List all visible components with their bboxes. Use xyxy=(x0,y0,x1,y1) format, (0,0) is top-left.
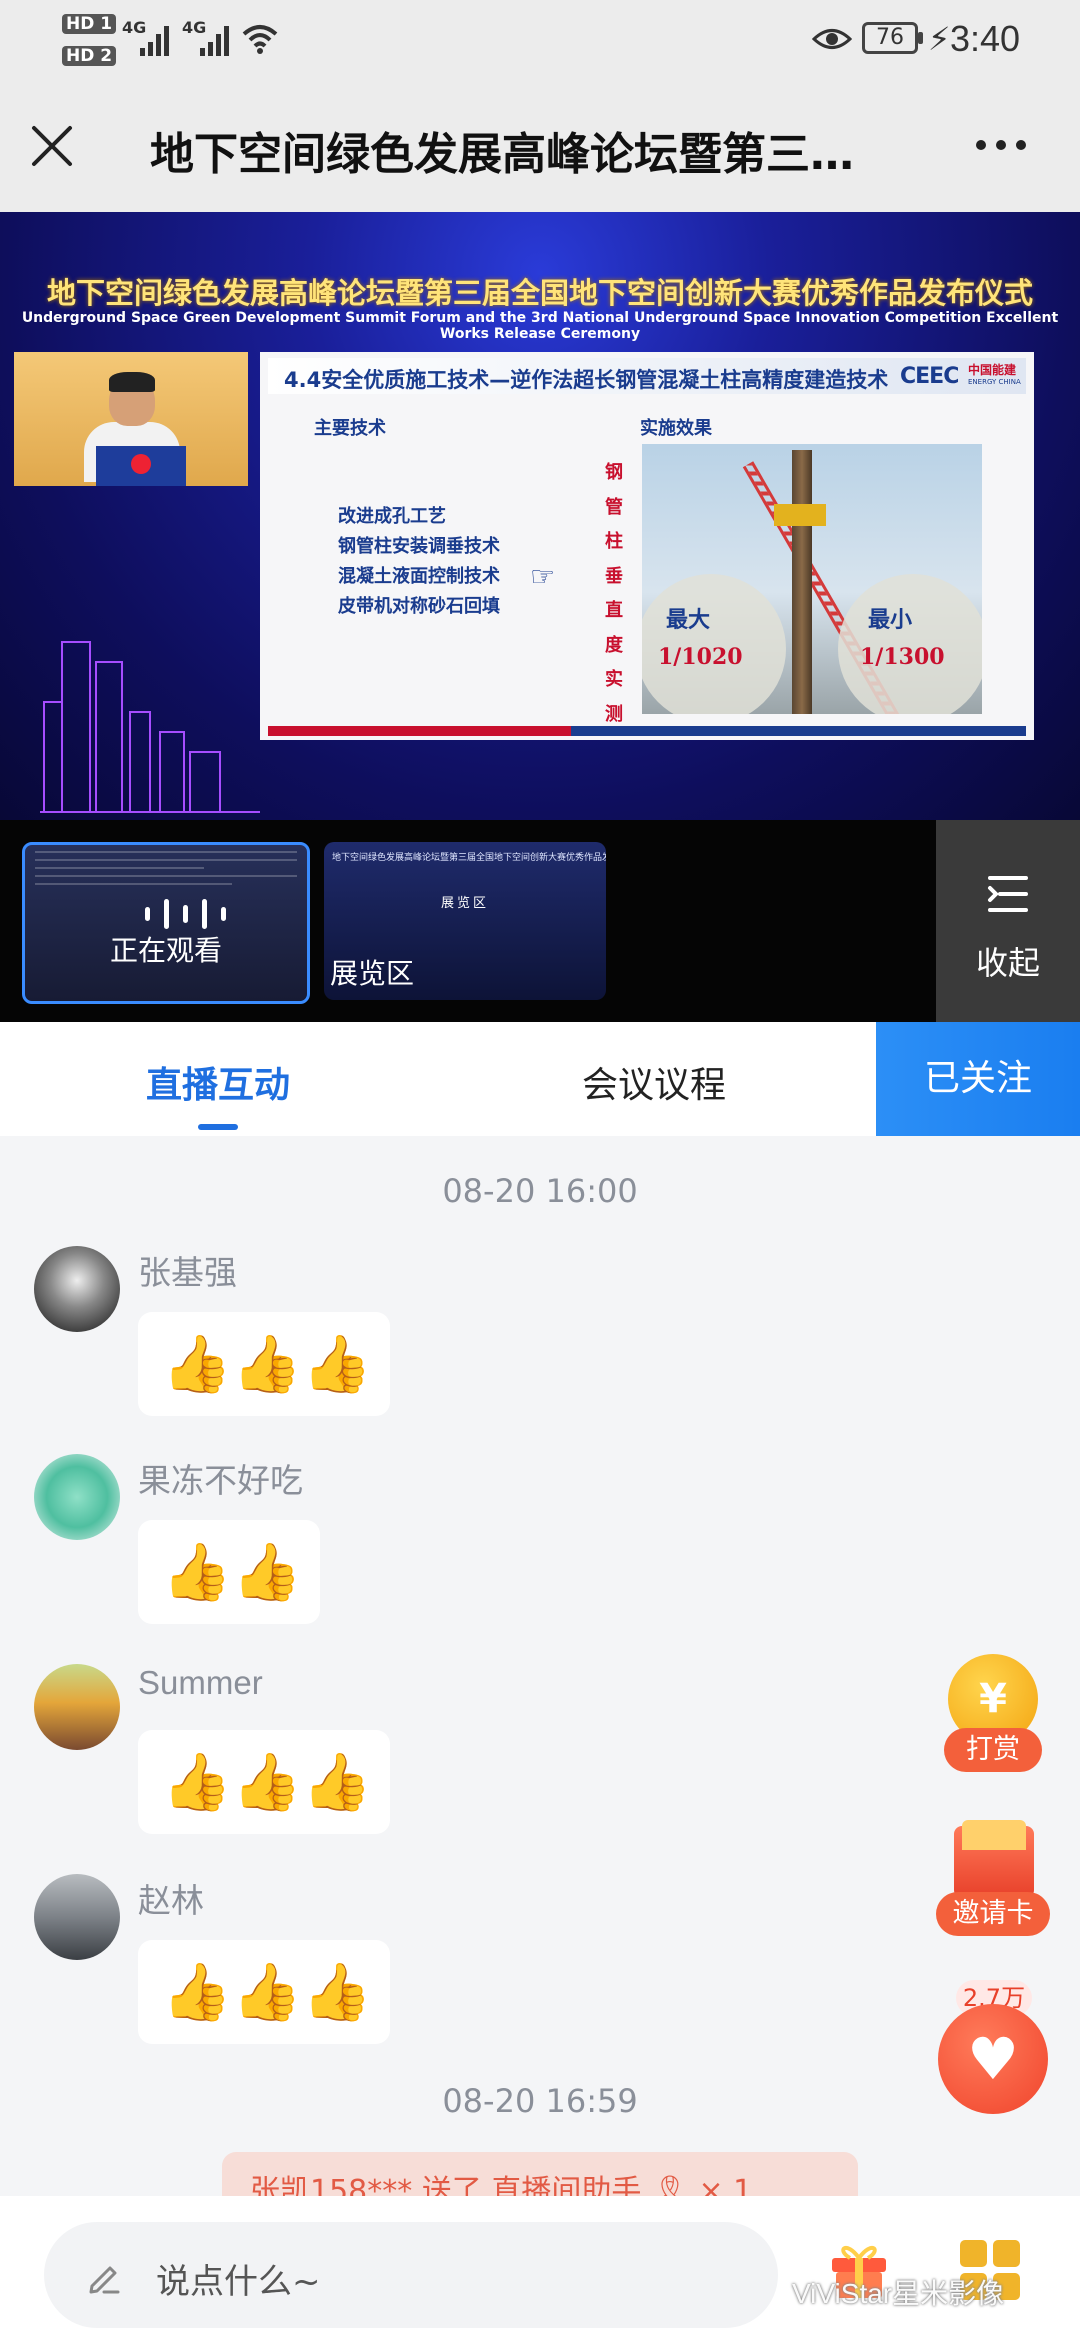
chat-list[interactable]: 08-20 16:00 张基强 👍 👍 👍 果冻不好吃 👍 👍 Summer 👍 👍 👍 … xyxy=(0,1136,1080,2196)
chat-message-bubble: 👍 👍 👍 xyxy=(138,1730,390,1834)
energy-china-logo-cn: 中国能建 xyxy=(968,363,1017,377)
slide-item: 钢管柱安装调垂技术 xyxy=(338,536,500,557)
chat-message-bubble: 👍 👍 xyxy=(138,1520,320,1624)
chat-username: 果冻不好吃 xyxy=(138,1461,303,1500)
clock: 3:40 xyxy=(950,18,1021,59)
video-banner-en: Underground Space Green Development Summ… xyxy=(21,310,1059,342)
source-switcher: 正在观看 地下空间绿色发展高峰论坛暨第三届全国地下空间创新大赛优秀作品发布仪式 … xyxy=(0,820,1080,1022)
avatar[interactable] xyxy=(34,1664,120,1750)
slide-vertical-text: 钢管柱垂直度实测 xyxy=(605,462,623,725)
pointing-hand-icon: ☞ xyxy=(530,560,556,593)
thumbs-up-icon: 👍 xyxy=(302,1960,372,2025)
slide-item: 混凝土液面控制技术 xyxy=(338,566,500,587)
city-skyline-graphic xyxy=(40,641,260,813)
thumbs-up-icon: 👍 xyxy=(232,1332,302,1397)
slide-item: 改进成孔工艺 xyxy=(338,506,446,527)
avatar[interactable] xyxy=(34,1874,120,1960)
collapse-button[interactable]: 收起 xyxy=(936,820,1080,1022)
tab-agenda[interactable]: 会议议程 xyxy=(582,1056,726,1108)
live-video-player[interactable]: 地下空间绿色发展高峰论坛暨第三届全国地下空间创新大赛优秀作品发布仪式 Under… xyxy=(0,212,1080,820)
avatar[interactable] xyxy=(34,1246,120,1332)
bottom-input-bar: 说点什么~ ViViStar星米影像 xyxy=(0,2196,1080,2340)
thumbs-up-icon: 👍 xyxy=(162,1960,232,2025)
max-label: 最大 xyxy=(666,608,711,633)
thumbs-up-icon: 👍 xyxy=(162,1540,232,1605)
comment-placeholder: 说点什么~ xyxy=(156,2262,321,2302)
slide-title: 4.4安全优质施工技术—逆作法超长钢管混凝土柱高精度建造技术 xyxy=(284,368,889,392)
reward-label[interactable]: 打赏 xyxy=(944,1728,1042,1772)
battery-tip xyxy=(918,32,923,44)
collapse-icon xyxy=(988,876,1028,912)
avatar[interactable] xyxy=(34,1454,120,1540)
thumbs-up-icon: 👍 xyxy=(232,1540,302,1605)
hd1-badge: HD 1 xyxy=(62,14,117,34)
thumbs-up-icon: 👍 xyxy=(232,1750,302,1815)
chat-username: Summer xyxy=(138,1664,263,1701)
battery-icon: 76 xyxy=(862,22,918,54)
pencil-icon xyxy=(89,2266,120,2294)
active-tab-indicator xyxy=(198,1124,238,1130)
thumbs-up-icon: 👍 xyxy=(162,1332,232,1397)
watching-thumbnail[interactable]: 正在观看 xyxy=(22,842,310,1004)
ceec-logo: CEEC xyxy=(900,364,959,389)
eye-icon xyxy=(812,29,852,49)
like-heart-button[interactable]: ♥ xyxy=(938,2004,1048,2114)
thumbs-up-icon: 👍 xyxy=(232,1960,302,2025)
title-bar: 地下空间绿色发展高峰论坛暨第三… xyxy=(0,80,1080,212)
more-options-icon[interactable] xyxy=(976,140,1026,150)
expo-label: 展览区 xyxy=(330,957,415,990)
invite-card-label[interactable]: 邀请卡 xyxy=(936,1892,1050,1936)
watching-label: 正在观看 xyxy=(109,934,222,967)
slide-heading-effect: 实施效果 xyxy=(640,418,712,439)
chat-timestamp: 08-20 16:59 xyxy=(442,2082,638,2120)
signal1-icon xyxy=(140,22,169,56)
energy-china-logo-en: ENERGY CHINA xyxy=(968,378,1021,386)
page-title: 地下空间绿色发展高峰论坛暨第三… xyxy=(150,129,854,180)
wifi-icon xyxy=(242,25,278,54)
speaker-camera xyxy=(14,352,248,486)
status-bar: HD 1 HD 2 4G 4G 76 ⚡ 3:40 xyxy=(0,0,1080,80)
min-label: 最小 xyxy=(868,608,913,633)
invite-card-flap xyxy=(962,1820,1026,1850)
expo-thumbnail[interactable]: 地下空间绿色发展高峰论坛暨第三届全国地下空间创新大赛优秀作品发布仪式 展览区 展… xyxy=(324,842,606,1000)
charging-icon: ⚡ xyxy=(928,20,951,58)
thumbs-up-icon: 👍 xyxy=(302,1332,372,1397)
chat-timestamp: 08-20 16:00 xyxy=(442,1172,638,1210)
thumbs-up-icon: 👍 xyxy=(302,1750,372,1815)
slide-item: 皮带机对称砂石回填 xyxy=(338,596,500,617)
hd2-badge: HD 2 xyxy=(62,46,117,66)
chat-username: 张基强 xyxy=(138,1253,237,1292)
thumbs-up-icon: 👍 xyxy=(162,1750,232,1815)
collapse-label: 收起 xyxy=(975,944,1040,982)
video-banner-cn: 地下空间绿色发展高峰论坛暨第三届全国地下空间创新大赛优秀作品发布仪式 xyxy=(46,276,1033,310)
slide-heading-main-tech: 主要技术 xyxy=(314,418,386,439)
tab-bar: 直播互动 会议议程 已关注 xyxy=(0,1022,1080,1136)
max-value: 1/1020 xyxy=(658,644,743,670)
signal2-icon xyxy=(200,22,229,56)
comment-input[interactable]: 说点什么~ xyxy=(44,2222,778,2328)
presentation-slide: 4.4安全优质施工技术—逆作法超长钢管混凝土柱高精度建造技术 CEEC 中国能建… xyxy=(260,352,1034,740)
close-icon[interactable] xyxy=(28,122,76,170)
chat-message-bubble: 👍 👍 👍 xyxy=(138,1312,390,1416)
chat-username: 赵林 xyxy=(138,1881,204,1920)
follow-button[interactable]: 已关注 xyxy=(876,1022,1080,1136)
tab-live-interaction[interactable]: 直播互动 xyxy=(146,1056,290,1108)
expo-thumb-center: 展览区 xyxy=(440,896,489,911)
watermark: ViViStar星米影像 xyxy=(792,2278,1005,2309)
gift-notice: 张凯158*** 送了 直播间助手 🎗 × 1 xyxy=(222,2152,858,2196)
chat-message-bubble: 👍 👍 👍 xyxy=(138,1940,390,2044)
min-value: 1/1300 xyxy=(860,644,945,670)
construction-photo: 最大 1/1020 最小 1/1300 xyxy=(642,444,982,714)
audio-wave-icon xyxy=(145,899,226,929)
expo-thumb-heading: 地下空间绿色发展高峰论坛暨第三届全国地下空间创新大赛优秀作品发布仪式 xyxy=(332,853,606,863)
